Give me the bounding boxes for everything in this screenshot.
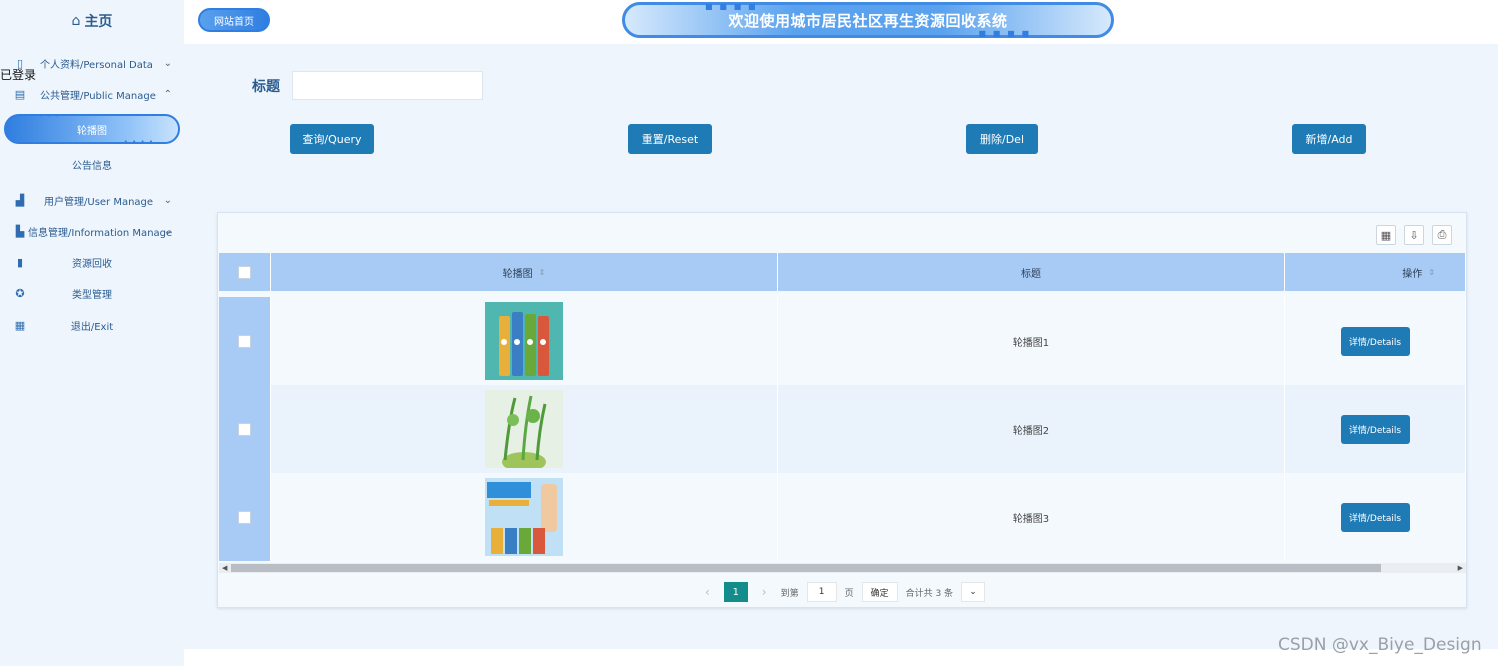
sidebar-item-label: 个人资料/Personal Data [40, 59, 153, 71]
current-page[interactable]: 1 [723, 582, 748, 602]
system-title-banner: ■ ■ ■ ■ 欢迎使用城市居民社区再生资源回收系统 ■ ■ ■ ■ [622, 2, 1114, 38]
decor-dots: • • • • [30, 112, 61, 120]
home-icon: ⌂ [71, 13, 81, 29]
sidebar-item-label: 类型管理 [72, 289, 112, 301]
site-home-button[interactable]: 网站首页 [198, 8, 270, 32]
columns-icon[interactable]: ▦ [1376, 225, 1396, 245]
chevron-down-icon: ⌄ [163, 194, 172, 206]
column-header-label: 标题 [1021, 268, 1041, 280]
sidebar-item-type-manage[interactable]: ✪ 类型管理 [0, 281, 184, 305]
row-checkbox[interactable] [238, 510, 251, 524]
sidebar-item-personal-data[interactable]: ▯ 个人资料/Personal Data ⌄ [0, 51, 184, 75]
scroll-left-icon[interactable]: ◀ [222, 563, 227, 573]
scrollbar-thumb[interactable] [231, 564, 1381, 572]
add-button[interactable]: 新增/Add [1292, 124, 1366, 154]
document-icon: ▯ [16, 56, 24, 70]
table-row: 轮播图1 详情/Details [219, 297, 1466, 385]
sidebar-item-label: 退出/Exit [70, 321, 114, 333]
header: 网站首页 ■ ■ ■ ■ 欢迎使用城市居民社区再生资源回收系统 ■ ■ ■ ■ [184, 0, 1498, 44]
table-row: 轮播图2 详情/Details [219, 385, 1466, 473]
scroll-right-icon[interactable]: ▶ [1458, 563, 1463, 573]
title-search-label: 标题 [252, 79, 280, 95]
pagination: ‹ 1 › 到第 1 页 确定 合计共 3 条 ⌄ [218, 577, 1466, 607]
next-page-icon[interactable]: › [756, 585, 773, 599]
sidebar-item-user-manage[interactable]: ▟ 用户管理/User Manage ⌄ [0, 188, 184, 212]
recycle-bins-image [499, 312, 549, 376]
green-plants-image [502, 395, 547, 468]
goto-page-input[interactable]: 1 [806, 582, 837, 602]
sidebar-item-public-manage[interactable]: ▤ 公共管理/Public Manage ⌃ [0, 82, 184, 106]
decor-dots: ■ ■ ■ ■ [705, 2, 758, 11]
column-header-image[interactable]: 轮播图 ⇕ [271, 253, 778, 291]
column-header-label: 操作 [1402, 268, 1423, 280]
chevron-down-icon: ⌄ [163, 225, 172, 237]
chevron-up-icon: ⌃ [163, 88, 172, 100]
column-header-action[interactable]: 操作 ⇕ [1285, 253, 1466, 291]
decor-dots: ■ ■ ■ ■ [978, 29, 1031, 38]
page-size-select[interactable]: ⌄ [961, 582, 986, 602]
column-header-label: 轮播图 [502, 268, 533, 280]
reset-button[interactable]: 重置/Reset [628, 124, 712, 154]
sidebar-item-information-manage[interactable]: ▙ 信息管理/Information Manage ⌄ [0, 219, 184, 243]
sidebar-item-label: 信息管理/Information Manage [28, 227, 173, 239]
table-header: 轮播图 ⇕ 标题 操作 ⇕ [219, 253, 1466, 291]
prev-page-icon[interactable]: ‹ [699, 585, 716, 599]
carousel-thumbnail [485, 302, 563, 380]
decor-dots: • • • • [123, 138, 154, 146]
details-button[interactable]: 详情/Details [1340, 414, 1410, 444]
sidebar-item-label: 用户管理/User Manage [44, 196, 154, 208]
delete-button[interactable]: 删除/Del [966, 124, 1038, 154]
environment-day-poster-image [487, 482, 557, 554]
export-icon[interactable]: ⇩ [1404, 225, 1424, 245]
column-header-title: 标题 [778, 253, 1285, 291]
chevron-down-icon: ⌄ [969, 587, 977, 597]
print-icon[interactable]: ⎙ [1432, 225, 1452, 245]
row-checkbox[interactable] [238, 334, 251, 348]
sidebar: ⌂ 主页 已登录 ▯ 个人资料/Personal Data ⌄ ▤ 公共管理/P… [0, 0, 184, 666]
total-count: 合计共 3 条 [905, 588, 954, 599]
sidebar-subitem-label: 公告信息 [72, 160, 112, 172]
carousel-thumbnail [485, 478, 563, 556]
goto-confirm-button[interactable]: 确定 [861, 582, 898, 602]
row-title: 轮播图2 [778, 385, 1285, 473]
details-button[interactable]: 详情/Details [1340, 502, 1410, 532]
sidebar-item-label: 资源回收 [72, 258, 112, 270]
details-button[interactable]: 详情/Details [1340, 326, 1410, 356]
sidebar-home-label: 主页 [84, 14, 113, 30]
system-title: 欢迎使用城市居民社区再生资源回收系统 [728, 11, 1008, 30]
table-row: 轮播图3 详情/Details [219, 473, 1466, 561]
users-icon: ▟ [15, 193, 25, 207]
sidebar-subitem-notice[interactable]: 公告信息 [0, 152, 184, 176]
sidebar-item-resource-recycle[interactable]: ▮ 资源回收 [0, 250, 184, 274]
row-checkbox[interactable] [238, 422, 251, 436]
select-all-cell [219, 253, 271, 291]
title-search-input[interactable] [292, 71, 483, 100]
page-unit-label: 页 [844, 588, 854, 599]
row-title: 轮播图3 [778, 473, 1285, 561]
sidebar-subitem-carousel[interactable]: • • • • 轮播图 • • • • [4, 112, 180, 146]
main-content: 标题 查询/Query 重置/Reset 删除/Del 新增/Add ▦ ⇩ ⎙… [184, 44, 1498, 649]
horizontal-scrollbar[interactable]: ◀ ▶ [219, 563, 1466, 573]
goto-label: 到第 [780, 588, 799, 599]
sort-icon: ⇕ [1428, 267, 1435, 277]
data-table-panel: ▦ ⇩ ⎙ 轮播图 ⇕ 标题 操作 ⇕ 轮播图1 详情/Details 轮播图2… [217, 212, 1467, 608]
sidebar-home[interactable]: ⌂ 主页 [0, 0, 184, 42]
sidebar-item-label: 公共管理/Public Manage [40, 90, 156, 102]
watermark: CSDN @vx_Biye_Design [1278, 635, 1482, 655]
clipboard-icon: ▤ [14, 87, 26, 101]
sidebar-subitem-label: 轮播图 [77, 125, 107, 137]
select-all-checkbox[interactable] [238, 265, 251, 279]
query-button[interactable]: 查询/Query [290, 124, 374, 154]
carousel-thumbnail [485, 390, 563, 468]
chart-icon: ▙ [15, 224, 25, 238]
chevron-down-icon: ⌄ [163, 57, 172, 69]
sidebar-item-exit[interactable]: ▦ 退出/Exit [0, 313, 184, 337]
sort-icon: ⇕ [538, 267, 546, 277]
row-title: 轮播图1 [778, 297, 1285, 385]
